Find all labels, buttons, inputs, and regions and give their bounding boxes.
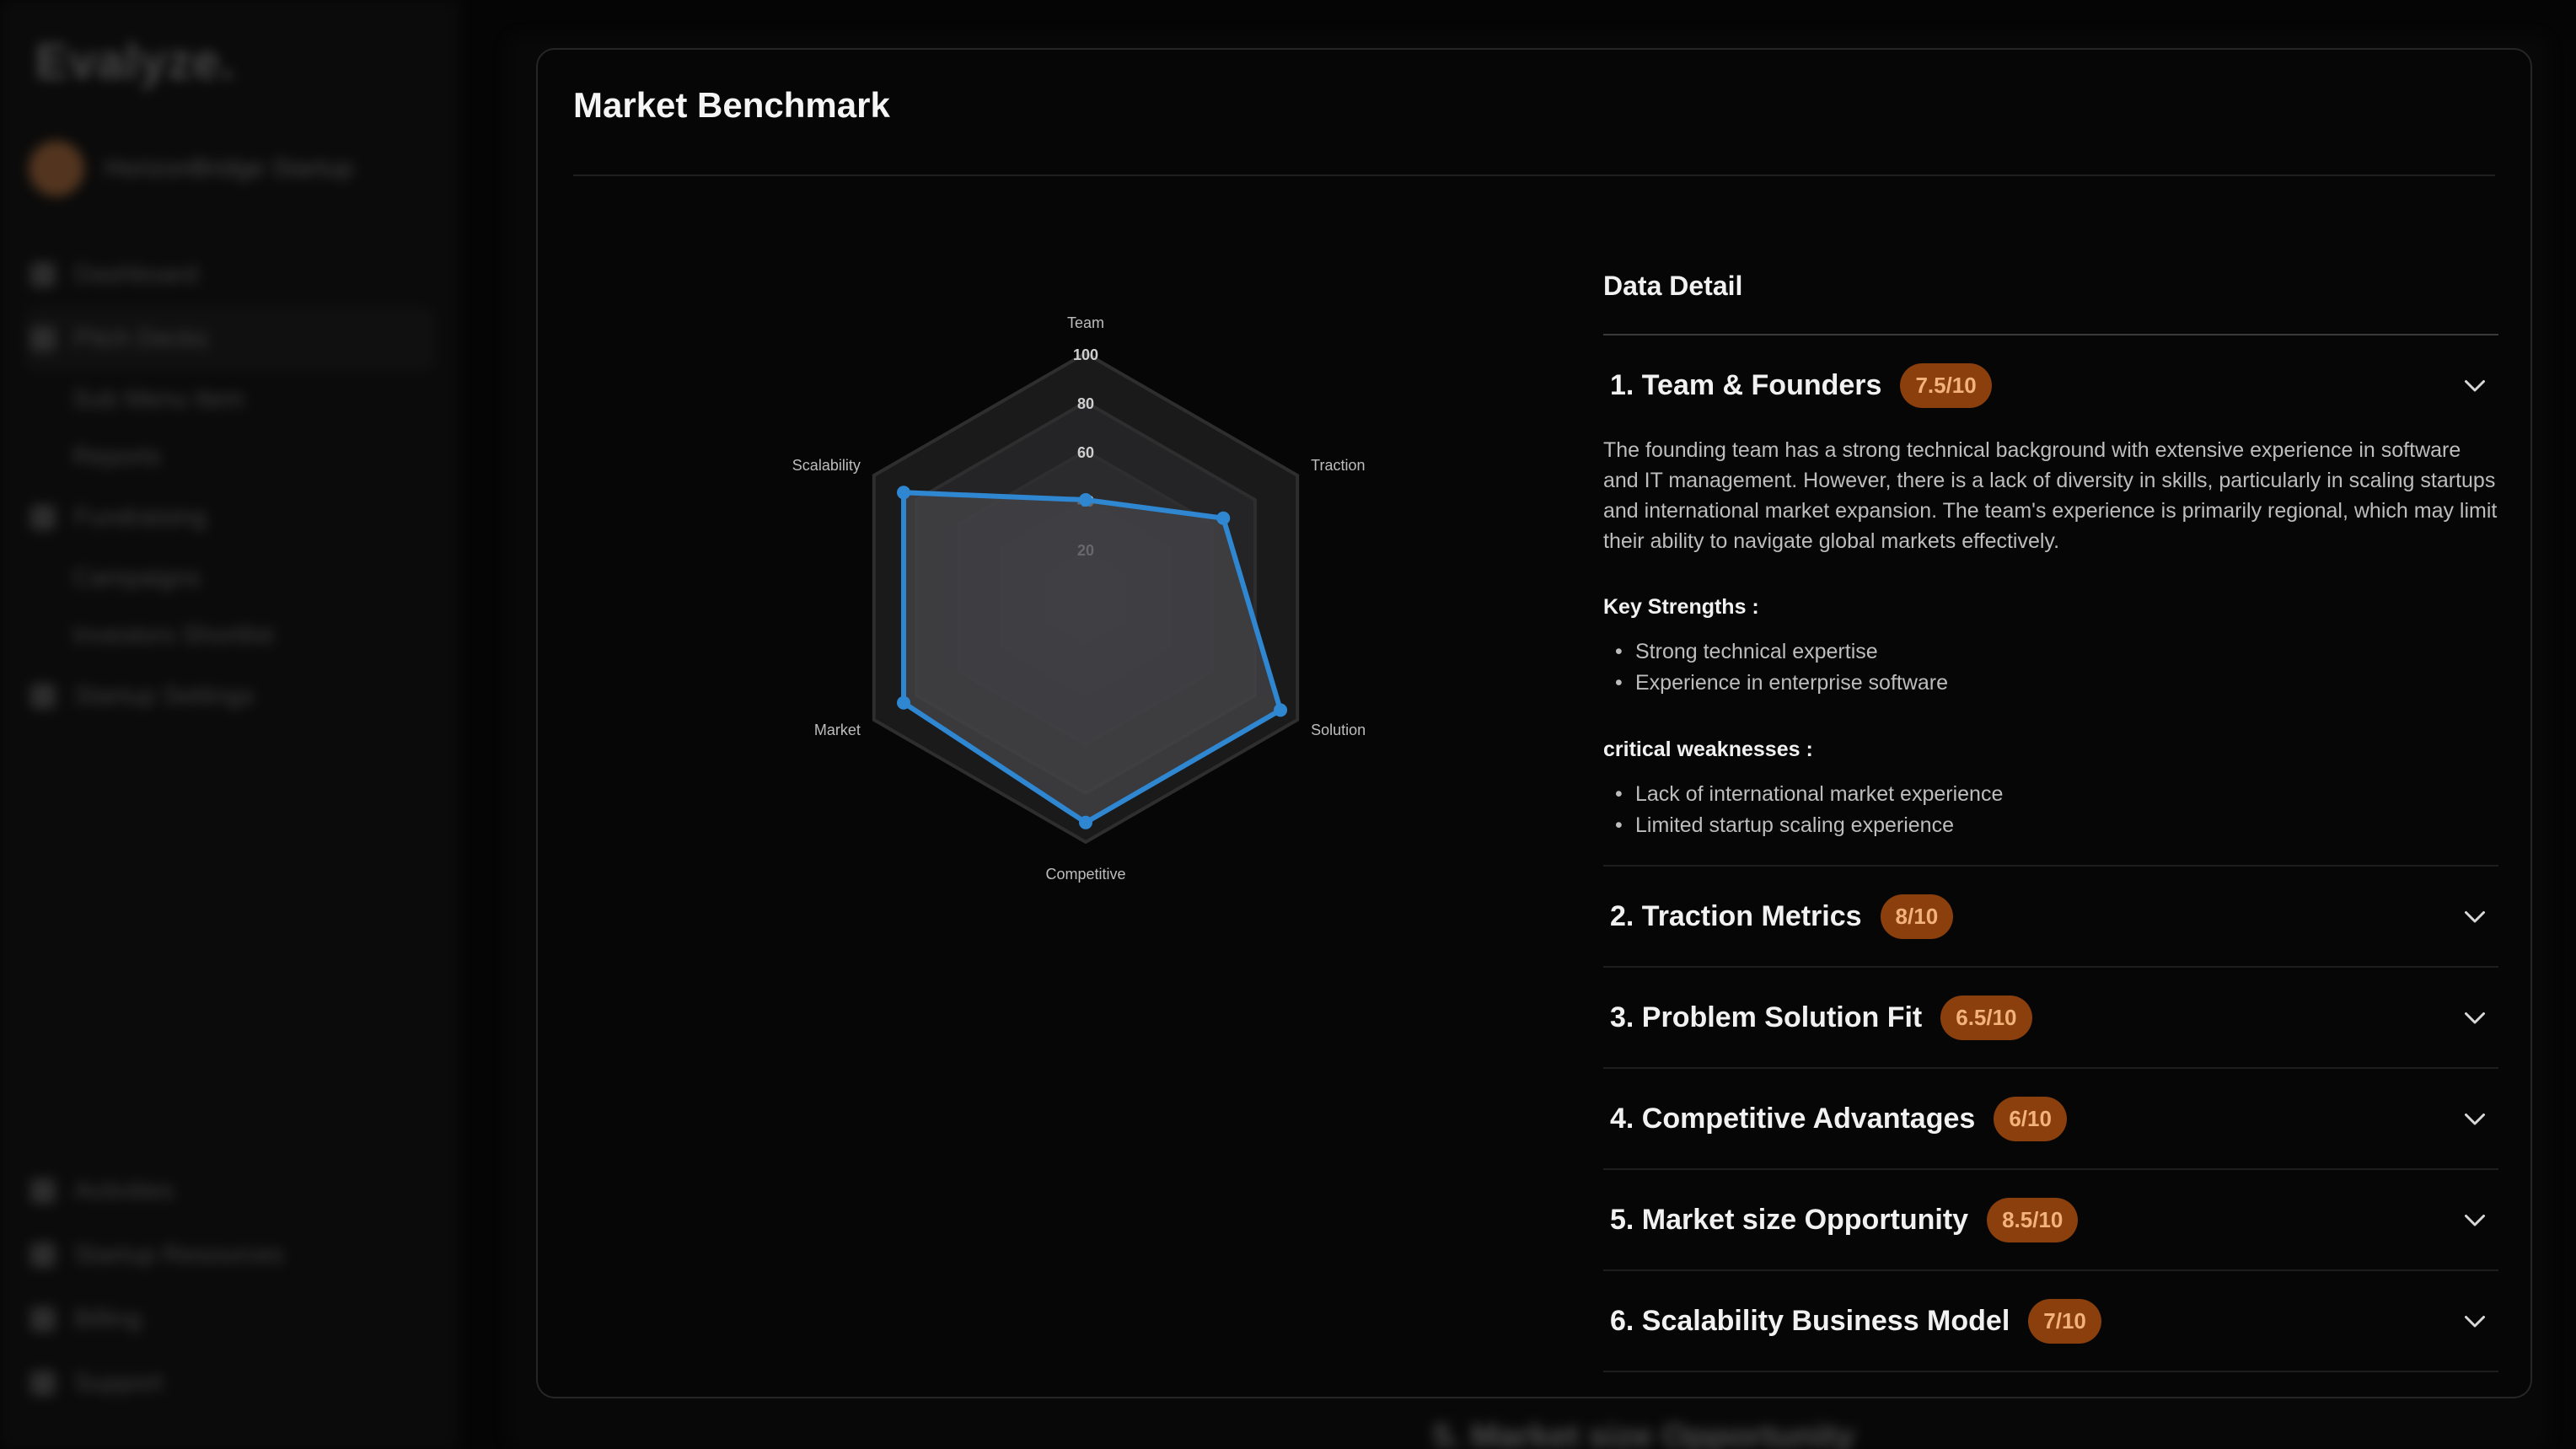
sidebar-item[interactable]: Fundraising <box>25 486 434 550</box>
nav-icon <box>30 1307 56 1332</box>
score-badge: 8/10 <box>1880 894 1954 939</box>
data-point[interactable] <box>897 486 911 500</box>
strengths-list: Strong technical expertiseExperience in … <box>1603 636 2498 699</box>
accordion-header[interactable]: 6. Scalability Business Model 7/10 <box>1603 1271 2498 1372</box>
nav-icon <box>30 262 56 287</box>
score-badge: 6.5/10 <box>1940 995 2032 1040</box>
accordion-body: The founding team has a strong technical… <box>1603 435 2498 867</box>
sidebar-item[interactable]: Activities <box>25 1159 434 1223</box>
sidebar-item[interactable]: Campaigns <box>25 550 434 607</box>
list-item: Limited startup scaling experience <box>1603 810 2498 841</box>
data-detail-title: Data Detail <box>1603 271 2498 335</box>
sidebar-nav-bottom: Activities Startup Resources Billing Suppor… <box>25 1159 434 1415</box>
criterion-label: 3. Problem Solution Fit <box>1610 1001 1923 1033</box>
nav-icon <box>30 326 56 352</box>
radar-chart: 20406080100TeamTractionSolutionCompetiti… <box>792 314 1366 883</box>
criterion-label: 1. Team & Founders <box>1610 368 1882 401</box>
sidebar-item-label: Activities <box>74 1177 174 1205</box>
strengths-heading: Key Strengths : <box>1603 595 1759 619</box>
criterion-label: 2. Traction Metrics <box>1610 899 1862 932</box>
data-detail-panel: Data Detail 1. Team & Founders 7.5/10 The … <box>1603 271 2498 1372</box>
modal-title: Market Benchmark <box>573 85 890 125</box>
accordion-header[interactable]: 3. Problem Solution Fit 6.5/10 <box>1603 968 2498 1069</box>
account-name: HorizonBridge Startup <box>105 154 354 182</box>
criterion-label: 6. Scalability Business Model <box>1610 1304 2010 1337</box>
chevron-down-icon[interactable] <box>2460 1002 2490 1033</box>
data-point[interactable] <box>1274 703 1288 717</box>
app-logo: Evalyze. <box>35 35 235 89</box>
axis-label: Team <box>1067 314 1104 331</box>
sidebar-item-label: Startup Resources <box>74 1241 284 1269</box>
sidebar-item-label: Campaigns <box>72 564 201 592</box>
sidebar-item[interactable]: Billing <box>25 1287 434 1351</box>
avatar <box>29 141 84 196</box>
market-benchmark-modal: Market Benchmark 20406080100TeamTraction… <box>536 48 2532 1398</box>
data-point[interactable] <box>1079 815 1092 829</box>
accordion-header[interactable]: 1. Team & Founders 7.5/10 <box>1603 335 2498 435</box>
chevron-down-icon[interactable] <box>2460 1205 2490 1235</box>
data-point[interactable] <box>1079 493 1092 507</box>
criterion-description: The founding team has a strong technical… <box>1603 438 2498 553</box>
sidebar-item-label: Sub Menu Item <box>72 385 244 413</box>
axis-label: Traction <box>1311 457 1365 474</box>
sidebar-item-label: Investors Shortlist <box>72 621 274 649</box>
radial-tick-label: 100 <box>1073 346 1098 363</box>
chevron-down-icon[interactable] <box>2460 370 2490 400</box>
sidebar-item[interactable]: Startup Resources <box>25 1223 434 1287</box>
sidebar-item[interactable]: Sub Menu Item <box>25 371 434 428</box>
chevron-down-icon[interactable] <box>2460 901 2490 931</box>
radial-tick-label: 60 <box>1077 444 1094 461</box>
accordion-header[interactable]: 4. Competitive Advantages 6/10 <box>1603 1069 2498 1170</box>
sidebar-item[interactable]: Dashboard <box>25 243 434 307</box>
weaknesses-list: Lack of international market experienceL… <box>1603 779 2498 841</box>
nav-icon <box>30 1371 56 1396</box>
axis-label: Solution <box>1311 722 1366 738</box>
background-peek-text: 5. Market size Opportunity <box>1433 1418 1855 1449</box>
list-item: Lack of international market experience <box>1603 779 2498 810</box>
weaknesses-heading: critical weaknesses : <box>1603 738 1813 761</box>
nav-icon <box>30 684 56 709</box>
score-badge: 6/10 <box>1994 1096 2067 1141</box>
radial-tick-label: 80 <box>1077 395 1094 412</box>
sidebar-item[interactable]: Pitch Decks <box>25 307 434 371</box>
account-switcher[interactable]: HorizonBridge Startup <box>29 141 434 196</box>
sidebar-item[interactable]: Investors Shortlist <box>25 607 434 664</box>
chevron-down-icon[interactable] <box>2460 1306 2490 1336</box>
score-badge: 7.5/10 <box>1900 362 1992 408</box>
axis-label: Competitive <box>1045 866 1125 883</box>
series-area <box>901 490 1284 825</box>
sidebar-item-label: Startup Settings <box>74 682 255 710</box>
axis-label: Market <box>814 722 861 738</box>
sidebar-item-label: Reports <box>72 443 162 470</box>
score-badge: 7/10 <box>2028 1298 2101 1344</box>
score-badge: 8.5/10 <box>1987 1197 2079 1242</box>
sidebar: Evalyze. HorizonBridge Startup Dashboard… <box>0 0 459 1449</box>
data-point[interactable] <box>1216 511 1231 525</box>
sidebar-item-label: Dashboard <box>74 260 198 288</box>
accordion-header[interactable]: 5. Market size Opportunity 8.5/10 <box>1603 1170 2498 1271</box>
list-item: Strong technical expertise <box>1603 636 2498 668</box>
sidebar-item[interactable]: Startup Settings <box>25 664 434 728</box>
data-point[interactable] <box>897 695 911 710</box>
sidebar-item-label: Pitch Decks <box>74 325 208 352</box>
chevron-down-icon[interactable] <box>2460 1103 2490 1134</box>
nav-icon <box>30 505 56 530</box>
sidebar-item[interactable]: Support <box>25 1351 434 1415</box>
criterion-label: 4. Competitive Advantages <box>1610 1102 1976 1135</box>
axis-label: Scalability <box>792 457 861 474</box>
accordion-header[interactable]: 2. Traction Metrics 8/10 <box>1603 867 2498 968</box>
sidebar-nav: Dashboard Pitch Decks Sub Menu Item Reports… <box>25 243 434 728</box>
criterion-label: 5. Market size Opportunity <box>1610 1203 1969 1236</box>
sidebar-item-label: Support <box>74 1369 164 1397</box>
criteria-accordion: 1. Team & Founders 7.5/10 The founding tea… <box>1603 335 2498 1372</box>
sidebar-item-label: Billing <box>74 1305 142 1333</box>
sidebar-item[interactable]: Reports <box>25 428 434 486</box>
sidebar-item-label: Fundraising <box>74 503 207 531</box>
nav-icon <box>30 1178 56 1204</box>
list-item: Experience in enterprise software <box>1603 668 2498 699</box>
nav-icon <box>30 1242 56 1268</box>
modal-divider <box>573 174 2495 176</box>
